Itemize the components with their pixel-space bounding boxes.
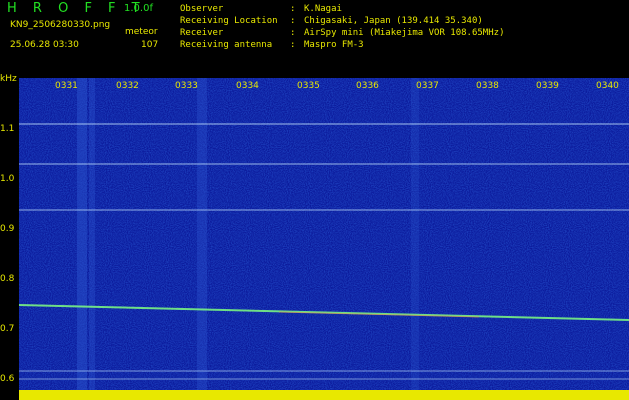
x-tick-label: 0339 (536, 81, 559, 91)
x-tick-label: 0332 (116, 81, 139, 91)
meta-row-receiver: Receiver: AirSpy mini (Miakejima VOR 108.… (180, 28, 505, 38)
interference-stripe (411, 78, 419, 400)
x-tick-label: 0331 (55, 81, 78, 91)
file-datetime: 25.06.28 03:30 (10, 40, 79, 50)
interference-stripe (197, 78, 207, 400)
mode-label: meteor (125, 27, 158, 37)
app-version: 1.0.0f (124, 3, 153, 14)
y-tick-label: 0.6 (0, 374, 15, 384)
interference-stripe (77, 78, 87, 400)
count-label: 107 (141, 40, 159, 50)
y-tick-label: 1.0 (0, 174, 15, 184)
interference-stripe (89, 78, 95, 400)
y-tick-label: 0.8 (0, 274, 15, 284)
y-axis-unit: kHz (0, 74, 17, 84)
x-tick-label: 0334 (236, 81, 259, 91)
meta-row-location: Receiving Location: Chigasaki, Japan (139… (180, 16, 483, 26)
x-tick-label: 0336 (356, 81, 379, 91)
x-tick-label: 0333 (175, 81, 198, 91)
y-tick-label: 0.7 (0, 324, 15, 334)
x-tick-label: 0337 (416, 81, 439, 91)
x-tick-label: 0338 (476, 81, 499, 91)
signal-level-bar (19, 390, 629, 400)
header: H R O F F T 1.0.0f KN9_2506280330.png 25… (0, 0, 629, 78)
noise-texture (19, 78, 629, 400)
x-tick-label: 0335 (297, 81, 320, 91)
spectrogram-canvas (19, 78, 629, 400)
x-tick-label: 0340 (596, 81, 619, 91)
meta-row-antenna: Receiving antenna: Maspro FM-3 (180, 40, 364, 50)
y-tick-label: 1.1 (0, 124, 15, 134)
file-name: KN9_2506280330.png (10, 20, 111, 30)
spectrogram (19, 78, 629, 400)
meta-row-observer: Observer: K.Nagai (180, 4, 342, 14)
metadata-table: Observer: K.Nagai Receiving Location: Chig… (180, 3, 504, 51)
y-tick-label: 0.9 (0, 224, 15, 234)
